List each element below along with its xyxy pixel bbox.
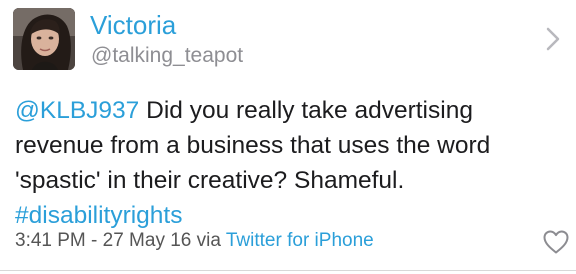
tweet-detail-screen: Victoria @talking_teapot @KLBJ937 Did yo… <box>0 0 576 274</box>
divider <box>0 270 576 271</box>
tweet-line-1: @KLBJ937 Did you really take advertising <box>15 93 565 128</box>
source-link[interactable]: Twitter for iPhone <box>226 230 374 251</box>
tweet-line-3: 'spastic' in their creative? Shameful. <box>15 167 405 194</box>
tweet-text-segment: Did you really take advertising <box>139 97 473 124</box>
tweet-line-2: revenue from a business that uses the wo… <box>15 132 491 159</box>
tweet-meta: 3:41 PM - 27 May 16 via Twitter for iPho… <box>15 229 374 253</box>
heart-icon[interactable] <box>542 229 570 255</box>
avatar[interactable] <box>13 8 75 70</box>
timestamp: 3:41 PM - 27 May 16 via <box>15 230 226 251</box>
tweet-line-4: #disabilityrights <box>15 198 565 233</box>
chevron-right-icon[interactable] <box>546 27 560 51</box>
profile-photo <box>13 8 75 70</box>
author-handle[interactable]: @talking_teapot <box>91 43 243 69</box>
author-name[interactable]: Victoria <box>90 10 176 40</box>
tweet-author-header[interactable]: Victoria @talking_teapot <box>0 0 576 84</box>
hashtag-link[interactable]: #disabilityrights <box>15 202 183 229</box>
tweet-body: @KLBJ937 Did you really take advertising… <box>15 93 565 233</box>
mention-link[interactable]: @KLBJ937 <box>15 97 139 124</box>
